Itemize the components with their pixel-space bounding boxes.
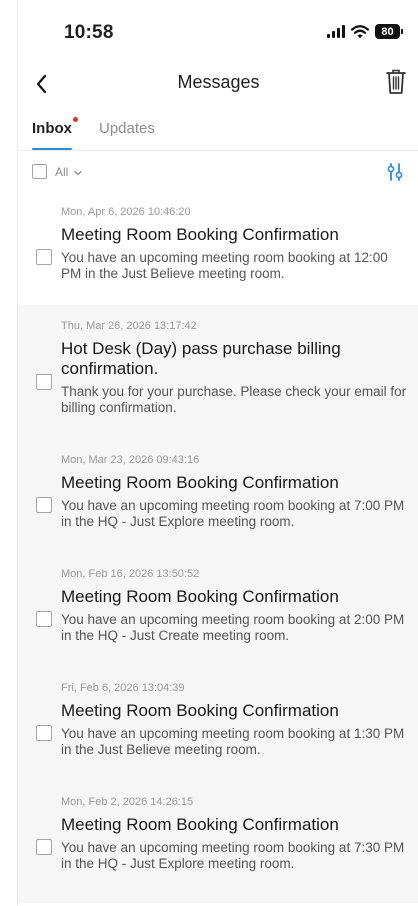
status-icons: 80 [327,24,403,39]
message-preview: You have an upcoming meeting room bookin… [61,498,405,529]
chevron-down-icon [74,170,82,176]
tab-bar: Inbox Updates [18,108,418,151]
phone-screen: 10:58 80 Messages Inbox Updates All Mon,… [17,0,418,906]
message-item[interactable]: Mon, Mar 23, 2026 09:43:16 Meeting Room … [18,439,418,553]
message-item[interactable]: Mon, Feb 16, 2026 13:50:52 Meeting Room … [18,553,418,667]
cellular-signal-icon [327,25,345,38]
wifi-icon [351,24,369,38]
message-item[interactable]: Thu, Mar 26, 2026 13:17:42 Hot Desk (Day… [18,305,418,439]
tab-inbox[interactable]: Inbox [32,117,78,150]
active-tab-indicator [32,148,72,150]
all-dropdown[interactable]: All [55,165,82,179]
message-subject: Meeting Room Booking Confirmation [61,225,339,244]
message-checkbox[interactable] [36,725,52,741]
message-preview: Thank you for your purchase. Please chec… [61,384,407,415]
message-subject: Meeting Room Booking Confirmation [61,473,339,492]
sort-filter-icon[interactable] [385,163,405,181]
filter-bar: All [18,151,418,191]
message-date: Fri, Feb 6, 2026 13:04:39 [61,682,185,694]
all-dropdown-label: All [55,165,69,179]
select-all-checkbox[interactable] [32,164,47,179]
message-subject: Meeting Room Booking Confirmation [61,701,339,720]
message-preview: You have an upcoming meeting room bookin… [61,612,405,643]
message-date: Mon, Apr 6, 2026 10:46:20 [61,206,191,218]
message-item[interactable]: Mon, Feb 2, 2026 14:26:15 Meeting Room B… [18,781,418,903]
page-title: Messages [177,72,260,92]
message-checkbox[interactable] [36,497,52,513]
message-date: Mon, Feb 16, 2026 13:50:52 [61,568,200,580]
battery-level: 80 [375,24,400,39]
message-date: Mon, Mar 23, 2026 09:43:16 [61,454,200,466]
nav-bar: Messages [18,62,418,108]
message-date: Mon, Feb 2, 2026 14:26:15 [61,796,194,808]
message-preview: You have an upcoming meeting room bookin… [61,840,405,871]
message-item[interactable]: Mon, Apr 6, 2026 10:46:20 Meeting Room B… [18,191,418,305]
tab-updates[interactable]: Updates [99,120,155,137]
message-date: Thu, Mar 26, 2026 13:17:42 [61,320,197,332]
tab-updates-label: Updates [99,120,155,137]
message-preview: You have an upcoming meeting room bookin… [61,250,388,281]
status-time: 10:58 [64,22,114,43]
message-preview: You have an upcoming meeting room bookin… [61,726,405,757]
message-subject: Hot Desk (Day) pass purchase billing con… [61,339,341,378]
message-checkbox[interactable] [36,249,52,265]
trash-icon[interactable] [383,67,409,97]
message-item[interactable]: Fri, Feb 6, 2026 13:04:39 Meeting Room B… [18,667,418,781]
message-checkbox[interactable] [36,611,52,627]
unread-dot [73,117,78,122]
message-checkbox[interactable] [36,839,52,855]
tab-inbox-label: Inbox [32,120,72,137]
battery-icon: 80 [375,24,403,39]
message-checkbox[interactable] [36,374,52,390]
message-subject: Meeting Room Booking Confirmation [61,587,339,606]
status-bar: 10:58 80 [18,0,418,62]
message-subject: Meeting Room Booking Confirmation [61,815,339,834]
